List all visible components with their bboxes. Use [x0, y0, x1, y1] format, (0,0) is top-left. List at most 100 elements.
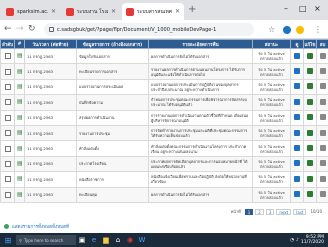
status-cell: รอ 5 วัน active ตรวจสอบแล้ว [252, 78, 291, 96]
store-icon[interactable]: ⌂ [112, 233, 124, 247]
delete-icon[interactable] [320, 68, 326, 75]
column-header[interactable]: สถานะ [252, 39, 291, 49]
view-icon[interactable] [294, 114, 300, 121]
column-header[interactable]: แก้ไข [303, 39, 317, 49]
tab-2[interactable]: ระบบงาน โรงเรียน ✕ [62, 3, 120, 20]
edit-icon[interactable] [307, 98, 313, 105]
column-header[interactable]: # [14, 39, 25, 49]
row-checkbox[interactable] [4, 176, 11, 183]
view-icon[interactable] [294, 83, 300, 90]
edit-icon[interactable] [307, 52, 313, 59]
close-tab-icon[interactable]: ✕ [175, 8, 180, 15]
delete-cell [316, 78, 328, 96]
edit-icon[interactable] [307, 68, 313, 75]
delete-icon[interactable] [320, 129, 326, 136]
delete-icon[interactable] [320, 175, 326, 182]
wifi-icon[interactable]: ◔ [290, 238, 294, 243]
row-checkbox-cell [0, 63, 15, 80]
edit-icon[interactable] [307, 191, 313, 198]
document-icon: ▤ [17, 113, 23, 121]
clock[interactable]: 9:52 PM 11/7/2020 [301, 235, 324, 245]
view-icon[interactable] [294, 191, 300, 198]
row-checkbox[interactable] [4, 160, 11, 167]
folder-icon[interactable]: ▆ [100, 233, 112, 247]
windows-start-icon[interactable]: ⊞ [0, 233, 16, 247]
close-tab-icon[interactable]: ✕ [111, 8, 116, 15]
date-cell: 11 กรกฎ.2563 [24, 63, 77, 80]
tab-1[interactable]: sparksim.ac.th ✕ [2, 3, 60, 20]
edit-icon[interactable] [307, 114, 313, 121]
last-page-button[interactable]: last [293, 209, 307, 215]
delete-icon[interactable] [320, 145, 326, 152]
view-icon[interactable] [294, 129, 300, 136]
new-tab-button[interactable]: + [188, 4, 196, 16]
tab-3-active[interactable]: ระบบสารสนเทศเพื่อการจัดการ ✕ [122, 3, 184, 20]
column-header[interactable]: รายละเอียดการคืน [148, 39, 253, 49]
row-checkbox[interactable] [4, 114, 11, 121]
next-page-button[interactable]: next [276, 209, 292, 215]
delete-icon[interactable] [320, 83, 326, 90]
volume-icon[interactable]: ♪ [296, 238, 299, 243]
profile-avatar[interactable] [296, 26, 304, 34]
taskbar-search-box[interactable]: ⚲ Type here to search [16, 235, 76, 245]
code-cell: แบบรายงานการประเมินผล [76, 78, 149, 96]
row-checkbox[interactable] [4, 145, 11, 152]
footer: แสดงรายการทั้งหมดทั้งหมดที่ [4, 223, 69, 230]
menu-icon[interactable]: ⋮ [314, 24, 322, 35]
extension-icon[interactable] [283, 26, 291, 34]
forward-icon[interactable]: → [16, 24, 24, 35]
view-icon[interactable] [294, 98, 300, 105]
view-icon[interactable] [294, 52, 300, 59]
page-1-button[interactable]: 1 [244, 209, 254, 215]
code-cell: บันทึกข้อความ [76, 94, 149, 111]
delete-icon[interactable] [320, 191, 326, 198]
view-icon[interactable] [294, 160, 300, 167]
view-icon[interactable] [294, 68, 300, 75]
close-tab-icon[interactable]: ✕ [51, 8, 56, 15]
close-window-button[interactable]: × [314, 3, 321, 15]
status-cell: รอ 5 วัน active ตรวจสอบแล้ว [252, 63, 291, 80]
minimize-button[interactable]: – [284, 3, 288, 15]
address-bar[interactable]: c.sadsgbuk/get/?page/flpr/Document/V_100… [44, 23, 254, 36]
column-header[interactable]: ลบ [316, 39, 328, 49]
page-3-button[interactable]: 3 [265, 209, 275, 215]
chrome-icon[interactable]: ◉ [124, 233, 136, 247]
edit-icon[interactable] [307, 83, 313, 90]
table-row: ▤ 11 กรกฎ.2563 สรุปผลการดำเนินงาน การรายงาน… [0, 109, 328, 126]
maximize-button[interactable]: □ [299, 3, 307, 15]
date-cell: 11 กรกฎ.2563 [24, 171, 77, 188]
reload-icon[interactable]: ↻ [28, 24, 36, 35]
edit-icon[interactable] [307, 145, 313, 152]
delete-icon[interactable] [320, 98, 326, 105]
delete-icon[interactable] [320, 160, 326, 167]
row-icon-cell: ▤ [14, 186, 25, 203]
edit-icon[interactable] [307, 175, 313, 182]
delete-icon[interactable] [320, 52, 326, 59]
document-icon: ▤ [17, 175, 23, 183]
page-2-button[interactable]: 2 [255, 209, 264, 215]
star-icon[interactable]: ☆ [268, 24, 275, 35]
show-all-link[interactable]: แสดงรายการทั้งหมดทั้งหมดที่ [12, 223, 69, 230]
view-icon[interactable] [294, 145, 300, 152]
task-view-icon[interactable]: ▣ [76, 233, 88, 247]
row-checkbox[interactable] [4, 99, 11, 106]
row-checkbox[interactable] [4, 68, 11, 75]
row-checkbox[interactable] [4, 191, 11, 198]
column-header[interactable]: วัน/เวลา (ต่อท้าย) [24, 39, 77, 49]
edit-cell [303, 47, 317, 65]
row-checkbox[interactable] [4, 53, 11, 60]
edge-icon[interactable]: e [88, 233, 100, 247]
row-checkbox-cell [0, 171, 15, 188]
edit-icon[interactable] [307, 129, 313, 136]
view-icon[interactable] [294, 175, 300, 182]
column-header[interactable]: ข้อมูลรายการ (อ้างอิงเอกสาร) [76, 39, 149, 49]
edit-icon[interactable] [307, 160, 313, 167]
row-checkbox[interactable] [4, 130, 11, 137]
back-icon[interactable]: ← [4, 24, 12, 35]
row-checkbox[interactable] [4, 83, 11, 90]
column-header[interactable]: ลำดับ [0, 39, 15, 49]
word-icon[interactable]: W [136, 233, 148, 247]
delete-icon[interactable] [320, 114, 326, 121]
column-header[interactable]: ดู [290, 39, 304, 49]
browser-window: sparksim.ac.th ✕ ระบบงาน โรงเรียน ✕ ระบบ… [0, 0, 328, 247]
